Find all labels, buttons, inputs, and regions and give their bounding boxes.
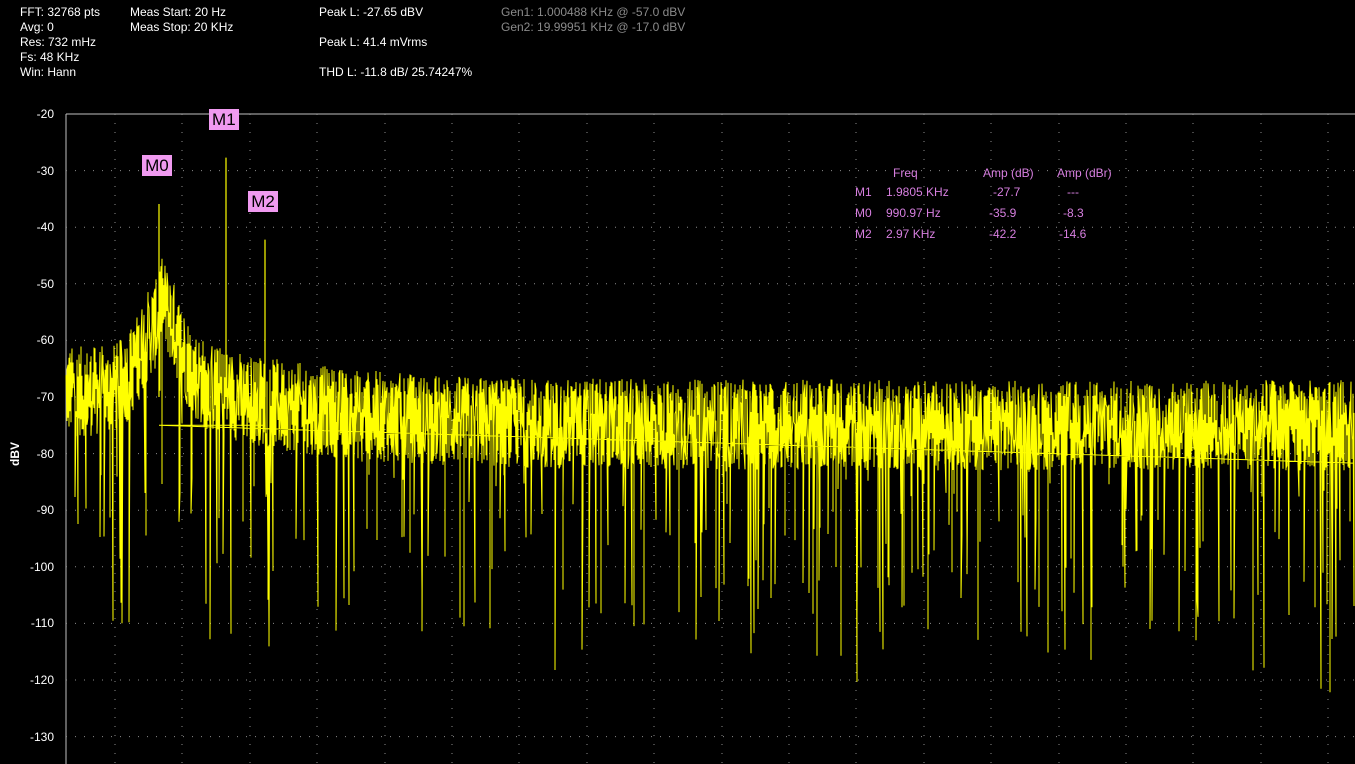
table-header-freq: Freq bbox=[893, 166, 918, 180]
spectrum-trace bbox=[65, 258, 1355, 693]
marker-row-name: M1 bbox=[855, 185, 872, 199]
y-tick-label: -90 bbox=[36, 503, 54, 518]
marker-row-amp-db: -27.7 bbox=[993, 185, 1021, 199]
y-tick-label: -60 bbox=[36, 333, 54, 348]
marker-row-name: M0 bbox=[855, 206, 872, 220]
marker-row-amp-dbr: -8.3 bbox=[1063, 206, 1084, 220]
y-tick-label: -50 bbox=[36, 276, 54, 291]
marker-row-amp-dbr: -14.6 bbox=[1059, 227, 1087, 241]
marker-row-amp-dbr: --- bbox=[1067, 185, 1079, 199]
y-tick-label: -20 bbox=[36, 107, 54, 121]
y-tick-label: -70 bbox=[36, 390, 54, 404]
marker-m1: M1 bbox=[209, 108, 239, 130]
y-tick-label: -120 bbox=[29, 673, 54, 687]
y-tick-label: -110 bbox=[30, 616, 54, 631]
table-header-amp-dbr: Amp (dBr) bbox=[1057, 166, 1112, 180]
marker-m0: M0 bbox=[142, 154, 172, 176]
marker-row-freq: 2.97 KHz bbox=[886, 227, 936, 241]
marker-row-amp-db: -35.9 bbox=[989, 206, 1017, 220]
y-tick-label: -30 bbox=[36, 163, 54, 178]
y-tick-label: -130 bbox=[29, 729, 54, 744]
table-header-amp-db: Amp (dB) bbox=[983, 166, 1034, 180]
y-axis-title: dBV bbox=[8, 442, 22, 466]
y-tick-label: -100 bbox=[29, 559, 54, 574]
spectrum-plot bbox=[65, 113, 1355, 764]
y-tick-label: -40 bbox=[36, 220, 54, 235]
y-tick-label: -80 bbox=[36, 446, 54, 461]
marker-m2: M2 bbox=[248, 190, 278, 212]
marker-row-amp-db: -42.2 bbox=[989, 227, 1017, 241]
marker-row-freq: 990.97 Hz bbox=[886, 206, 941, 220]
marker-row-freq: 1.9805 KHz bbox=[886, 185, 949, 199]
marker-row-name: M2 bbox=[855, 227, 872, 241]
